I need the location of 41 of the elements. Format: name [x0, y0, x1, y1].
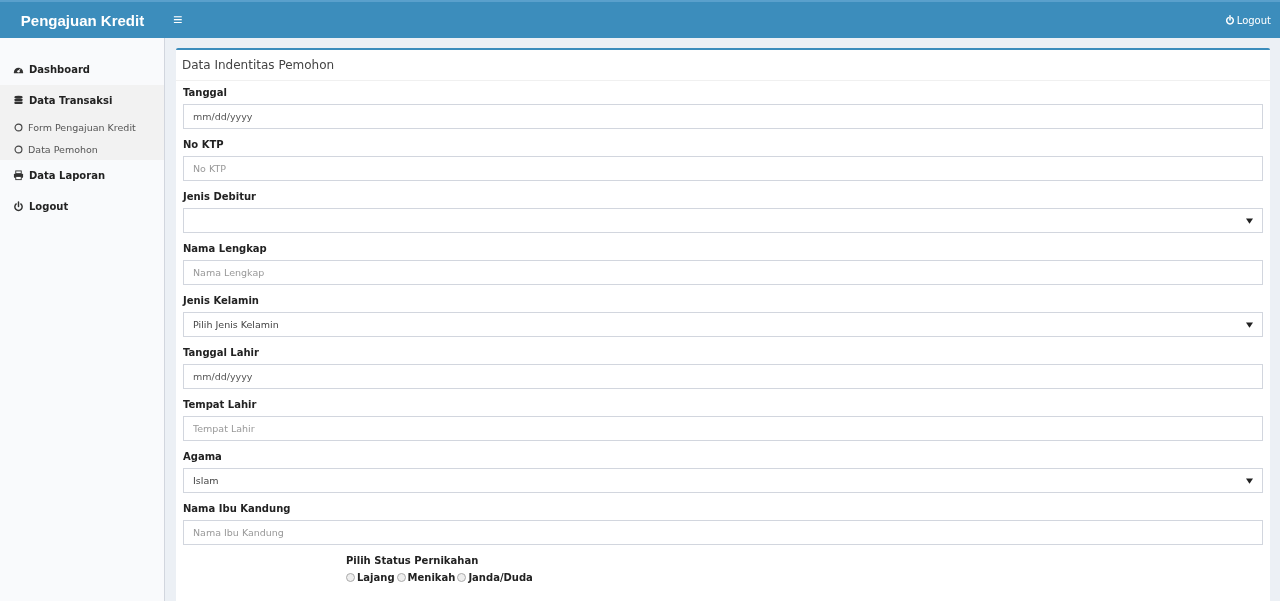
select-field[interactable]: Islam	[183, 468, 1263, 493]
radio-option[interactable]: Menikah	[396, 572, 456, 583]
menu-button[interactable]: ≡	[165, 11, 191, 29]
field-label: Jenis Kelamin	[183, 295, 260, 306]
field-label: Pilih Status Pernikahan	[346, 555, 480, 566]
field-label: No KTP	[183, 139, 225, 150]
field-label: Tempat Lahir	[183, 399, 258, 410]
power-icon	[1224, 15, 1235, 25]
field-label: Jenis Debitur	[183, 191, 257, 202]
sidebar-item[interactable]: Data Transaksi	[0, 85, 164, 116]
power-icon	[13, 201, 24, 212]
input-field[interactable]: Nama Ibu Kandung	[183, 520, 1263, 545]
input-field[interactable]: No KTP	[183, 156, 1263, 181]
card-title: Data Indentitas Pemohon	[176, 50, 1270, 81]
field-label: Agama	[183, 451, 223, 462]
database-icon	[13, 95, 24, 106]
circle-icon	[14, 144, 23, 154]
select-field[interactable]	[183, 208, 1263, 233]
caret-icon	[1246, 477, 1253, 484]
sidebar-item[interactable]: Logout	[0, 191, 164, 222]
input-field[interactable]: Nama Lengkap	[183, 260, 1263, 285]
radio-option[interactable]: Janda/Duda	[457, 572, 533, 583]
printer-icon	[13, 170, 24, 181]
brand-title: Pengajuan Kredit	[19, 11, 146, 29]
caret-icon	[1246, 217, 1253, 224]
sidebar-subitem[interactable]: Data Pemohon	[0, 138, 164, 160]
sidebar-item[interactable]: Data Laporan	[0, 160, 164, 191]
select-field[interactable]: Pilih Jenis Kelamin	[183, 312, 1263, 337]
field-label: Tanggal Lahir	[183, 347, 260, 358]
caret-icon	[1246, 321, 1253, 328]
input-field[interactable]: Tempat Lahir	[183, 416, 1263, 441]
logout-link[interactable]: Logout	[1224, 14, 1271, 26]
circle-icon	[14, 122, 23, 132]
sidebar-item[interactable]: Dashboard	[0, 54, 164, 85]
field-label: Tanggal	[183, 87, 228, 98]
sidebar-subitem[interactable]: Form Pengajuan Kredit	[0, 116, 164, 138]
radio-option[interactable]: Lajang	[346, 572, 395, 583]
field-label: Nama Lengkap	[183, 243, 268, 254]
field-label: Nama Ibu Kandung	[183, 503, 292, 514]
date-field[interactable]: mm/dd/yyyy	[183, 364, 1263, 389]
date-field[interactable]: mm/dd/yyyy	[183, 104, 1263, 129]
